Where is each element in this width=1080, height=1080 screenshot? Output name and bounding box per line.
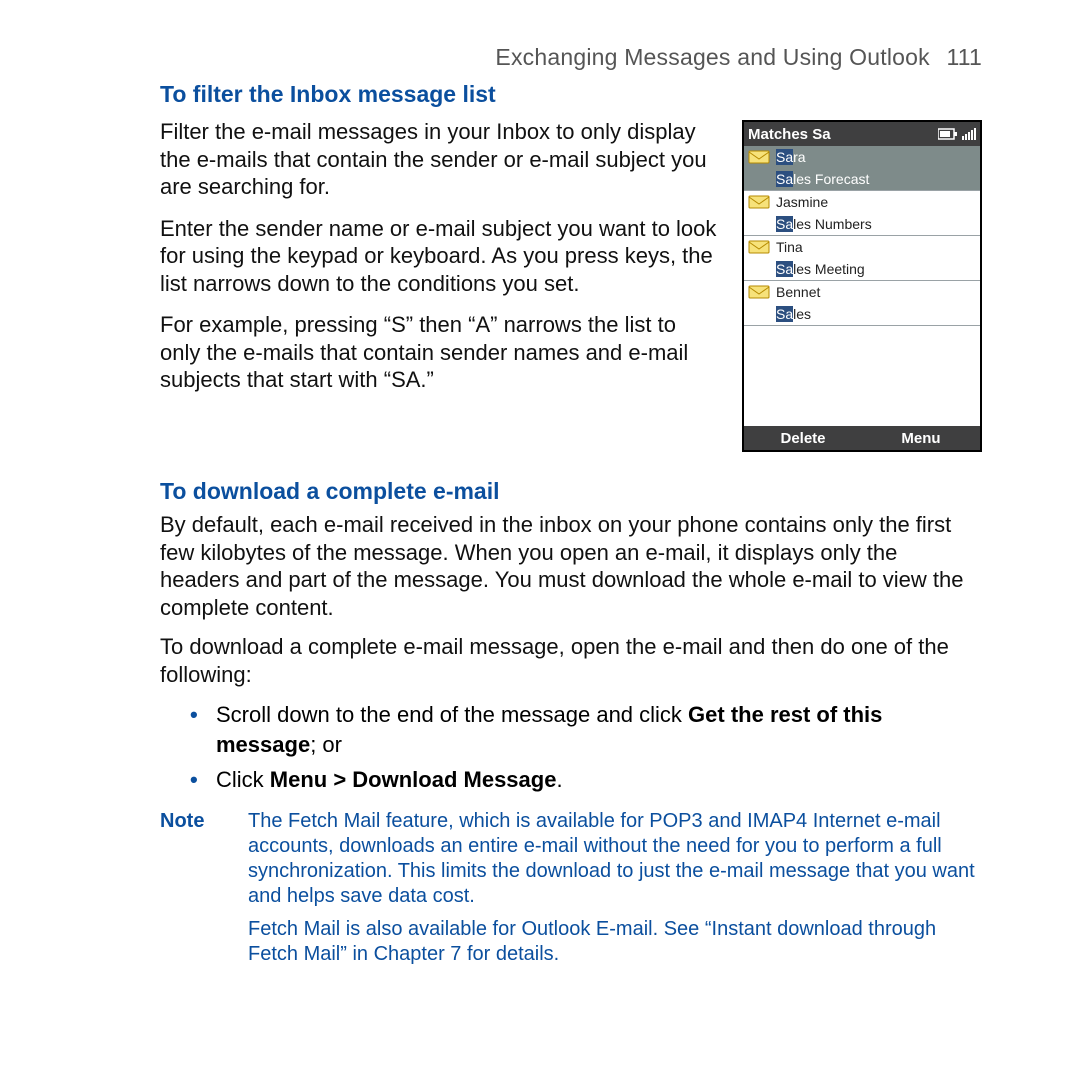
list-item[interactable]: Jasmine Sales Numbers: [744, 191, 980, 236]
sender: Jasmine: [776, 194, 828, 210]
phone-softkeys: Delete Menu: [744, 426, 980, 450]
note-p2: Fetch Mail is also available for Outlook…: [248, 917, 982, 967]
section1-text: Filter the e-mail messages in your Inbox…: [160, 114, 718, 408]
section-heading-download: To download a complete e-mail: [160, 478, 982, 505]
phone-list[interactable]: SaraSales ForecastJasmineSales NumbersTi…: [744, 146, 980, 426]
bullet-1: Scroll down to the end of the message an…: [216, 700, 982, 759]
subject: Sales: [744, 303, 980, 325]
list-item[interactable]: Bennet Sales: [744, 281, 980, 326]
phone-title: Matches Sa: [748, 126, 831, 143]
section1-p3: For example, pressing “S” then “A” narro…: [160, 311, 718, 394]
note-block: Note The Fetch Mail feature, which is av…: [160, 809, 982, 975]
envelope-icon: [748, 239, 770, 255]
envelope-icon: [748, 149, 770, 165]
subject: Sales Meeting: [744, 258, 980, 280]
list-item[interactable]: Tina Sales Meeting: [744, 236, 980, 281]
softkey-right[interactable]: Menu: [862, 430, 980, 447]
section-heading-filter: To filter the Inbox message list: [160, 81, 982, 108]
running-header: Exchanging Messages and Using Outlook 11…: [160, 44, 982, 71]
subject: Sales Numbers: [744, 213, 980, 235]
section2-p1: By default, each e-mail received in the …: [160, 511, 982, 621]
chapter-title: Exchanging Messages and Using Outlook: [495, 44, 929, 70]
bullet-2: Click Menu > Download Message.: [216, 765, 982, 795]
section2-p2: To download a complete e-mail message, o…: [160, 633, 982, 688]
section1-p1: Filter the e-mail messages in your Inbox…: [160, 118, 718, 201]
download-steps: Scroll down to the end of the message an…: [160, 700, 982, 795]
phone-titlebar: Matches Sa: [744, 122, 980, 146]
signal-icon: [962, 128, 976, 140]
note-label: Note: [160, 809, 220, 834]
battery-icon: [938, 128, 958, 140]
envelope-icon: [748, 284, 770, 300]
note-text: The Fetch Mail feature, which is availab…: [248, 809, 982, 975]
list-item[interactable]: Sara Sales Forecast: [744, 146, 980, 191]
sender: Bennet: [776, 284, 820, 300]
softkey-left[interactable]: Delete: [744, 430, 862, 447]
note-p1: The Fetch Mail feature, which is availab…: [248, 809, 982, 909]
subject: Sales Forecast: [744, 168, 980, 190]
phone-screenshot: Matches Sa Sara Sales Forecast Jasmine Sale…: [742, 120, 982, 452]
sender: Tina: [776, 239, 803, 255]
envelope-icon: [748, 194, 770, 210]
manual-page: Exchanging Messages and Using Outlook 11…: [0, 0, 1080, 1080]
sender: Sara: [776, 149, 806, 165]
section1-p2: Enter the sender name or e-mail subject …: [160, 215, 718, 298]
page-number: 111: [946, 44, 982, 71]
